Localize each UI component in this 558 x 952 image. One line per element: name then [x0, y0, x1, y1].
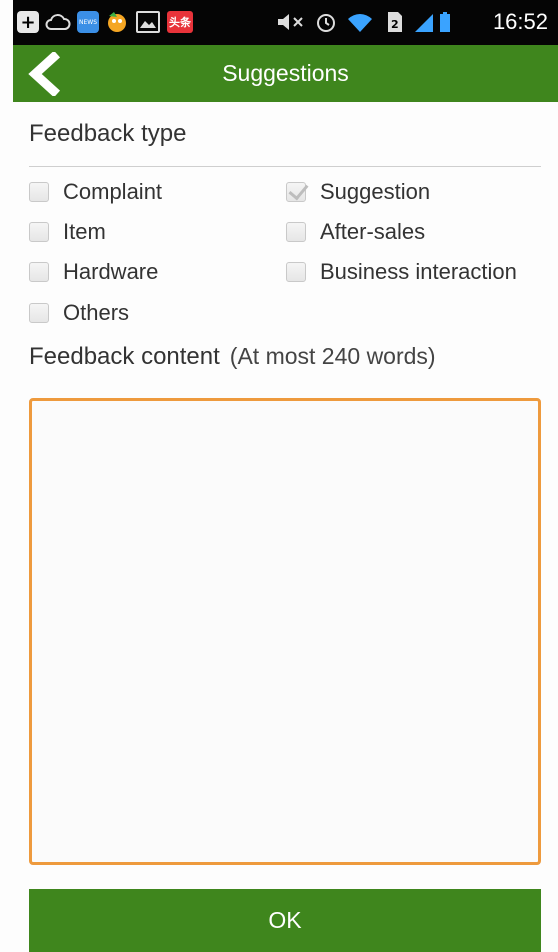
option-label: Suggestion	[320, 179, 431, 204]
option-label: Hardware	[63, 259, 159, 284]
feedback-content-label: Feedback content	[29, 343, 220, 370]
divider	[29, 166, 541, 167]
checkbox-item[interactable]	[29, 222, 49, 242]
chevron-left-icon	[28, 51, 61, 96]
feedback-content-heading: Feedback content (At most 240 words)	[29, 343, 436, 371]
suggestions-screen: + NEWS 头条 2 16:52 Suggestions Feedback t…	[0, 0, 558, 952]
option-suggestion[interactable]: Suggestion	[286, 175, 430, 209]
checkbox-others[interactable]	[29, 303, 49, 323]
option-hardware[interactable]: Hardware	[29, 255, 158, 289]
option-label: Complaint	[63, 179, 163, 204]
status-time: 16:52	[492, 9, 548, 34]
option-label: After-sales	[320, 219, 426, 244]
checkbox-after-sales[interactable]	[286, 222, 306, 242]
option-others[interactable]: Others	[29, 296, 129, 330]
gallery-icon	[136, 11, 160, 33]
option-label: Business interaction	[320, 259, 517, 284]
back-button[interactable]	[13, 45, 73, 102]
option-complaint[interactable]: Complaint	[29, 175, 162, 209]
game-app-icon	[105, 11, 129, 33]
feedback-content-hint: (At most 240 words)	[229, 343, 436, 369]
feedback-content-input[interactable]	[29, 398, 541, 865]
checkbox-business-interaction[interactable]	[286, 262, 306, 282]
checkbox-suggestion[interactable]	[286, 182, 306, 202]
option-label: Item	[63, 219, 106, 244]
option-after-sales[interactable]: After-sales	[286, 215, 425, 249]
title-bar: Suggestions	[13, 45, 558, 102]
page-title: Suggestions	[222, 60, 349, 86]
signal-icon	[413, 11, 435, 33]
news-badge-text: NEWS	[78, 18, 98, 26]
news-app-icon: NEWS	[77, 11, 99, 33]
mute-icon	[275, 11, 307, 33]
checkbox-hardware[interactable]	[29, 262, 49, 282]
option-label: Others	[63, 300, 130, 325]
cloud-icon	[45, 11, 71, 33]
ok-button[interactable]: OK	[29, 889, 541, 952]
alarm-icon	[313, 11, 339, 33]
sim-icon: 2	[383, 11, 405, 33]
option-item[interactable]: Item	[29, 215, 106, 249]
status-bar: + NEWS 头条 2 16:52	[13, 0, 558, 45]
toutiao-badge-text: 头条	[169, 16, 191, 29]
battery-icon	[438, 11, 452, 33]
toutiao-app-icon: 头条	[167, 11, 193, 33]
svg-text:2: 2	[391, 18, 399, 31]
option-business-interaction[interactable]: Business interaction	[286, 255, 517, 289]
checkbox-complaint[interactable]	[29, 182, 49, 202]
wifi-icon	[346, 11, 374, 33]
add-icon: +	[17, 11, 39, 33]
feedback-type-label: Feedback type	[29, 120, 187, 147]
